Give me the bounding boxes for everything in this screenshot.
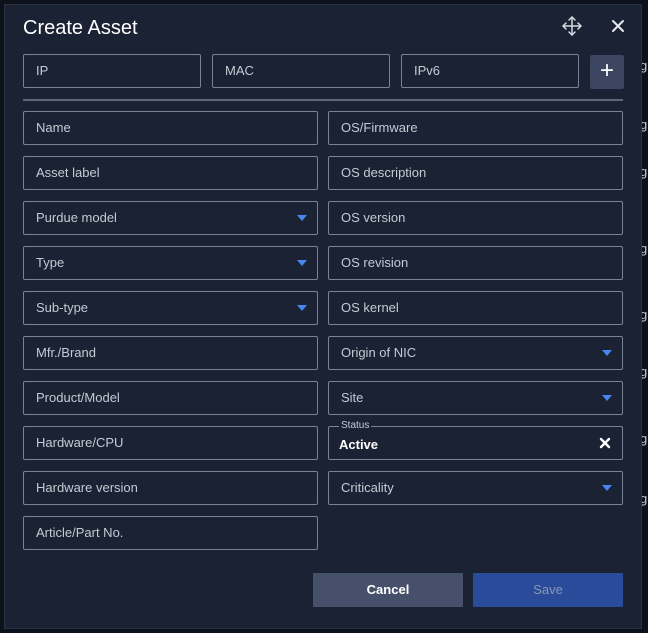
save-button[interactable]: Save	[473, 573, 623, 607]
purdue-model-select[interactable]: Purdue model	[23, 201, 318, 235]
hardware-cpu-label: Hardware/CPU	[36, 435, 124, 450]
close-icon[interactable]	[608, 16, 628, 36]
sub-type-select[interactable]: Sub-type	[23, 291, 318, 325]
dropdown-caret-icon	[297, 260, 307, 266]
dialog-title: Create Asset	[23, 17, 138, 39]
os-version-label: OS version	[341, 210, 406, 225]
clear-status-icon[interactable]	[598, 436, 612, 450]
dropdown-caret-icon	[297, 305, 307, 311]
site-label: Site	[341, 390, 364, 405]
product-model-label: Product/Model	[36, 390, 120, 405]
os-version-field[interactable]: OS version	[328, 201, 623, 235]
os-kernel-label: OS kernel	[341, 300, 399, 315]
hardware-cpu-field[interactable]: Hardware/CPU	[23, 426, 318, 460]
product-model-field[interactable]: Product/Model	[23, 381, 318, 415]
name-field-label: Name	[36, 120, 71, 135]
mfr-brand-label: Mfr./Brand	[36, 345, 96, 360]
section-divider	[23, 99, 623, 101]
cancel-button[interactable]: Cancel	[313, 573, 463, 607]
site-select[interactable]: Site	[328, 381, 623, 415]
asset-label-field-label: Asset label	[36, 165, 100, 180]
mac-placeholder: MAC	[225, 63, 254, 78]
add-address-button[interactable]: +	[590, 55, 624, 89]
article-part-no-field[interactable]: Article/Part No.	[23, 516, 318, 550]
hardware-version-field[interactable]: Hardware version	[23, 471, 318, 505]
origin-of-nic-select[interactable]: Origin of NIC	[328, 336, 623, 370]
os-firmware-field[interactable]: OS/Firmware	[328, 111, 623, 145]
plus-icon: +	[599, 57, 614, 84]
hardware-version-label: Hardware version	[36, 480, 138, 495]
dropdown-caret-icon	[602, 350, 612, 356]
status-select[interactable]: Status Active	[328, 420, 623, 460]
name-field[interactable]: Name	[23, 111, 318, 145]
os-kernel-field[interactable]: OS kernel	[328, 291, 623, 325]
status-legend: Status	[339, 420, 372, 432]
sub-type-label: Sub-type	[36, 300, 89, 315]
os-description-field[interactable]: OS description	[328, 156, 623, 190]
dropdown-caret-icon	[602, 485, 612, 491]
origin-of-nic-label: Origin of NIC	[341, 345, 417, 360]
criticality-select[interactable]: Criticality	[328, 471, 623, 505]
dropdown-caret-icon	[297, 215, 307, 221]
article-part-no-label: Article/Part No.	[36, 525, 124, 540]
os-revision-label: OS revision	[341, 255, 409, 270]
criticality-label: Criticality	[341, 480, 394, 495]
asset-label-field[interactable]: Asset label	[23, 156, 318, 190]
mfr-brand-field[interactable]: Mfr./Brand	[23, 336, 318, 370]
move-arrows-icon[interactable]	[561, 15, 583, 37]
os-description-label: OS description	[341, 165, 427, 180]
ipv6-input[interactable]: IPv6	[401, 54, 579, 88]
os-firmware-label: OS/Firmware	[341, 120, 418, 135]
type-label: Type	[36, 255, 65, 270]
os-revision-field[interactable]: OS revision	[328, 246, 623, 280]
dropdown-caret-icon	[602, 395, 612, 401]
mac-input[interactable]: MAC	[212, 54, 390, 88]
type-select[interactable]: Type	[23, 246, 318, 280]
create-asset-dialog: Create Asset IP MAC IPv6 + Name Asset la…	[4, 4, 642, 629]
status-value: Active	[339, 437, 379, 452]
ip-input[interactable]: IP	[23, 54, 201, 88]
purdue-model-label: Purdue model	[36, 210, 117, 225]
ip-placeholder: IP	[36, 63, 49, 78]
ipv6-placeholder: IPv6	[414, 63, 441, 78]
